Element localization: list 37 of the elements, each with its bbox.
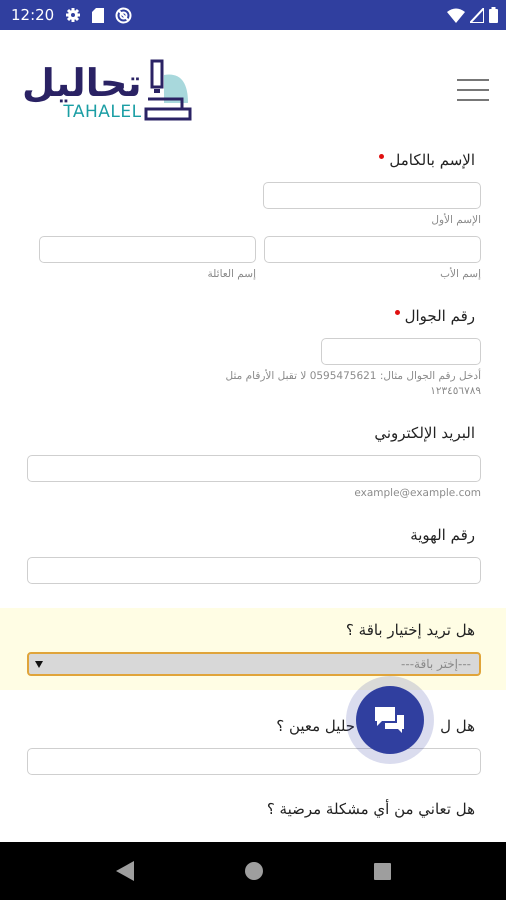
logo-arabic-text: تحاليل [22, 63, 142, 103]
data-saver-icon [115, 6, 132, 24]
text-field[interactable] [27, 455, 481, 482]
field-label: هل تعاني من أي مشكلة مرضية ؟ [266, 799, 475, 819]
home-icon[interactable] [244, 862, 262, 880]
back-icon[interactable] [116, 861, 134, 881]
field-label: البريد الإلكتروني [374, 423, 475, 443]
field-hint: أدخل رقم الجوال مثال: 0595475621 لا تقبل الأرقام مثل ١٢٣٤٥٦٧٨٩ [224, 369, 481, 399]
sd-card-icon [92, 8, 104, 22]
field-label: الإسم بالكامل [389, 150, 475, 170]
text-field[interactable] [27, 748, 481, 775]
wifi-icon [447, 8, 465, 22]
signal-icon [470, 8, 484, 22]
required-mark [379, 154, 384, 159]
required-mark [394, 310, 400, 315]
text-field[interactable] [321, 338, 481, 365]
recents-icon[interactable] [374, 862, 390, 880]
battery-icon [489, 7, 498, 23]
menu-icon[interactable] [457, 78, 489, 102]
status-time: 12:20 [11, 6, 54, 24]
first-name-field[interactable] [263, 182, 481, 209]
name-field[interactable] [264, 236, 481, 263]
field-label: هل ل [440, 716, 475, 736]
logo-latin-text: TAHALEL [63, 103, 142, 121]
field-label: رقم الجوال [404, 306, 475, 326]
field-hint: الإسم الأول [431, 213, 481, 228]
field-label: هل تريد إختيار باقة ؟ [346, 620, 475, 640]
caret-icon [35, 660, 43, 668]
text-field[interactable] [27, 557, 481, 584]
microscope-icon [144, 59, 192, 121]
field-label: رقم الهوية [410, 525, 475, 545]
name-field[interactable] [39, 236, 256, 263]
field-hint: example@example.com [354, 486, 481, 501]
field-hint: إسم العائلة [208, 267, 256, 282]
gear-icon [65, 7, 82, 23]
field-label: حليل معين ؟ [276, 716, 356, 736]
field-hint: إسم الأب [440, 267, 481, 282]
